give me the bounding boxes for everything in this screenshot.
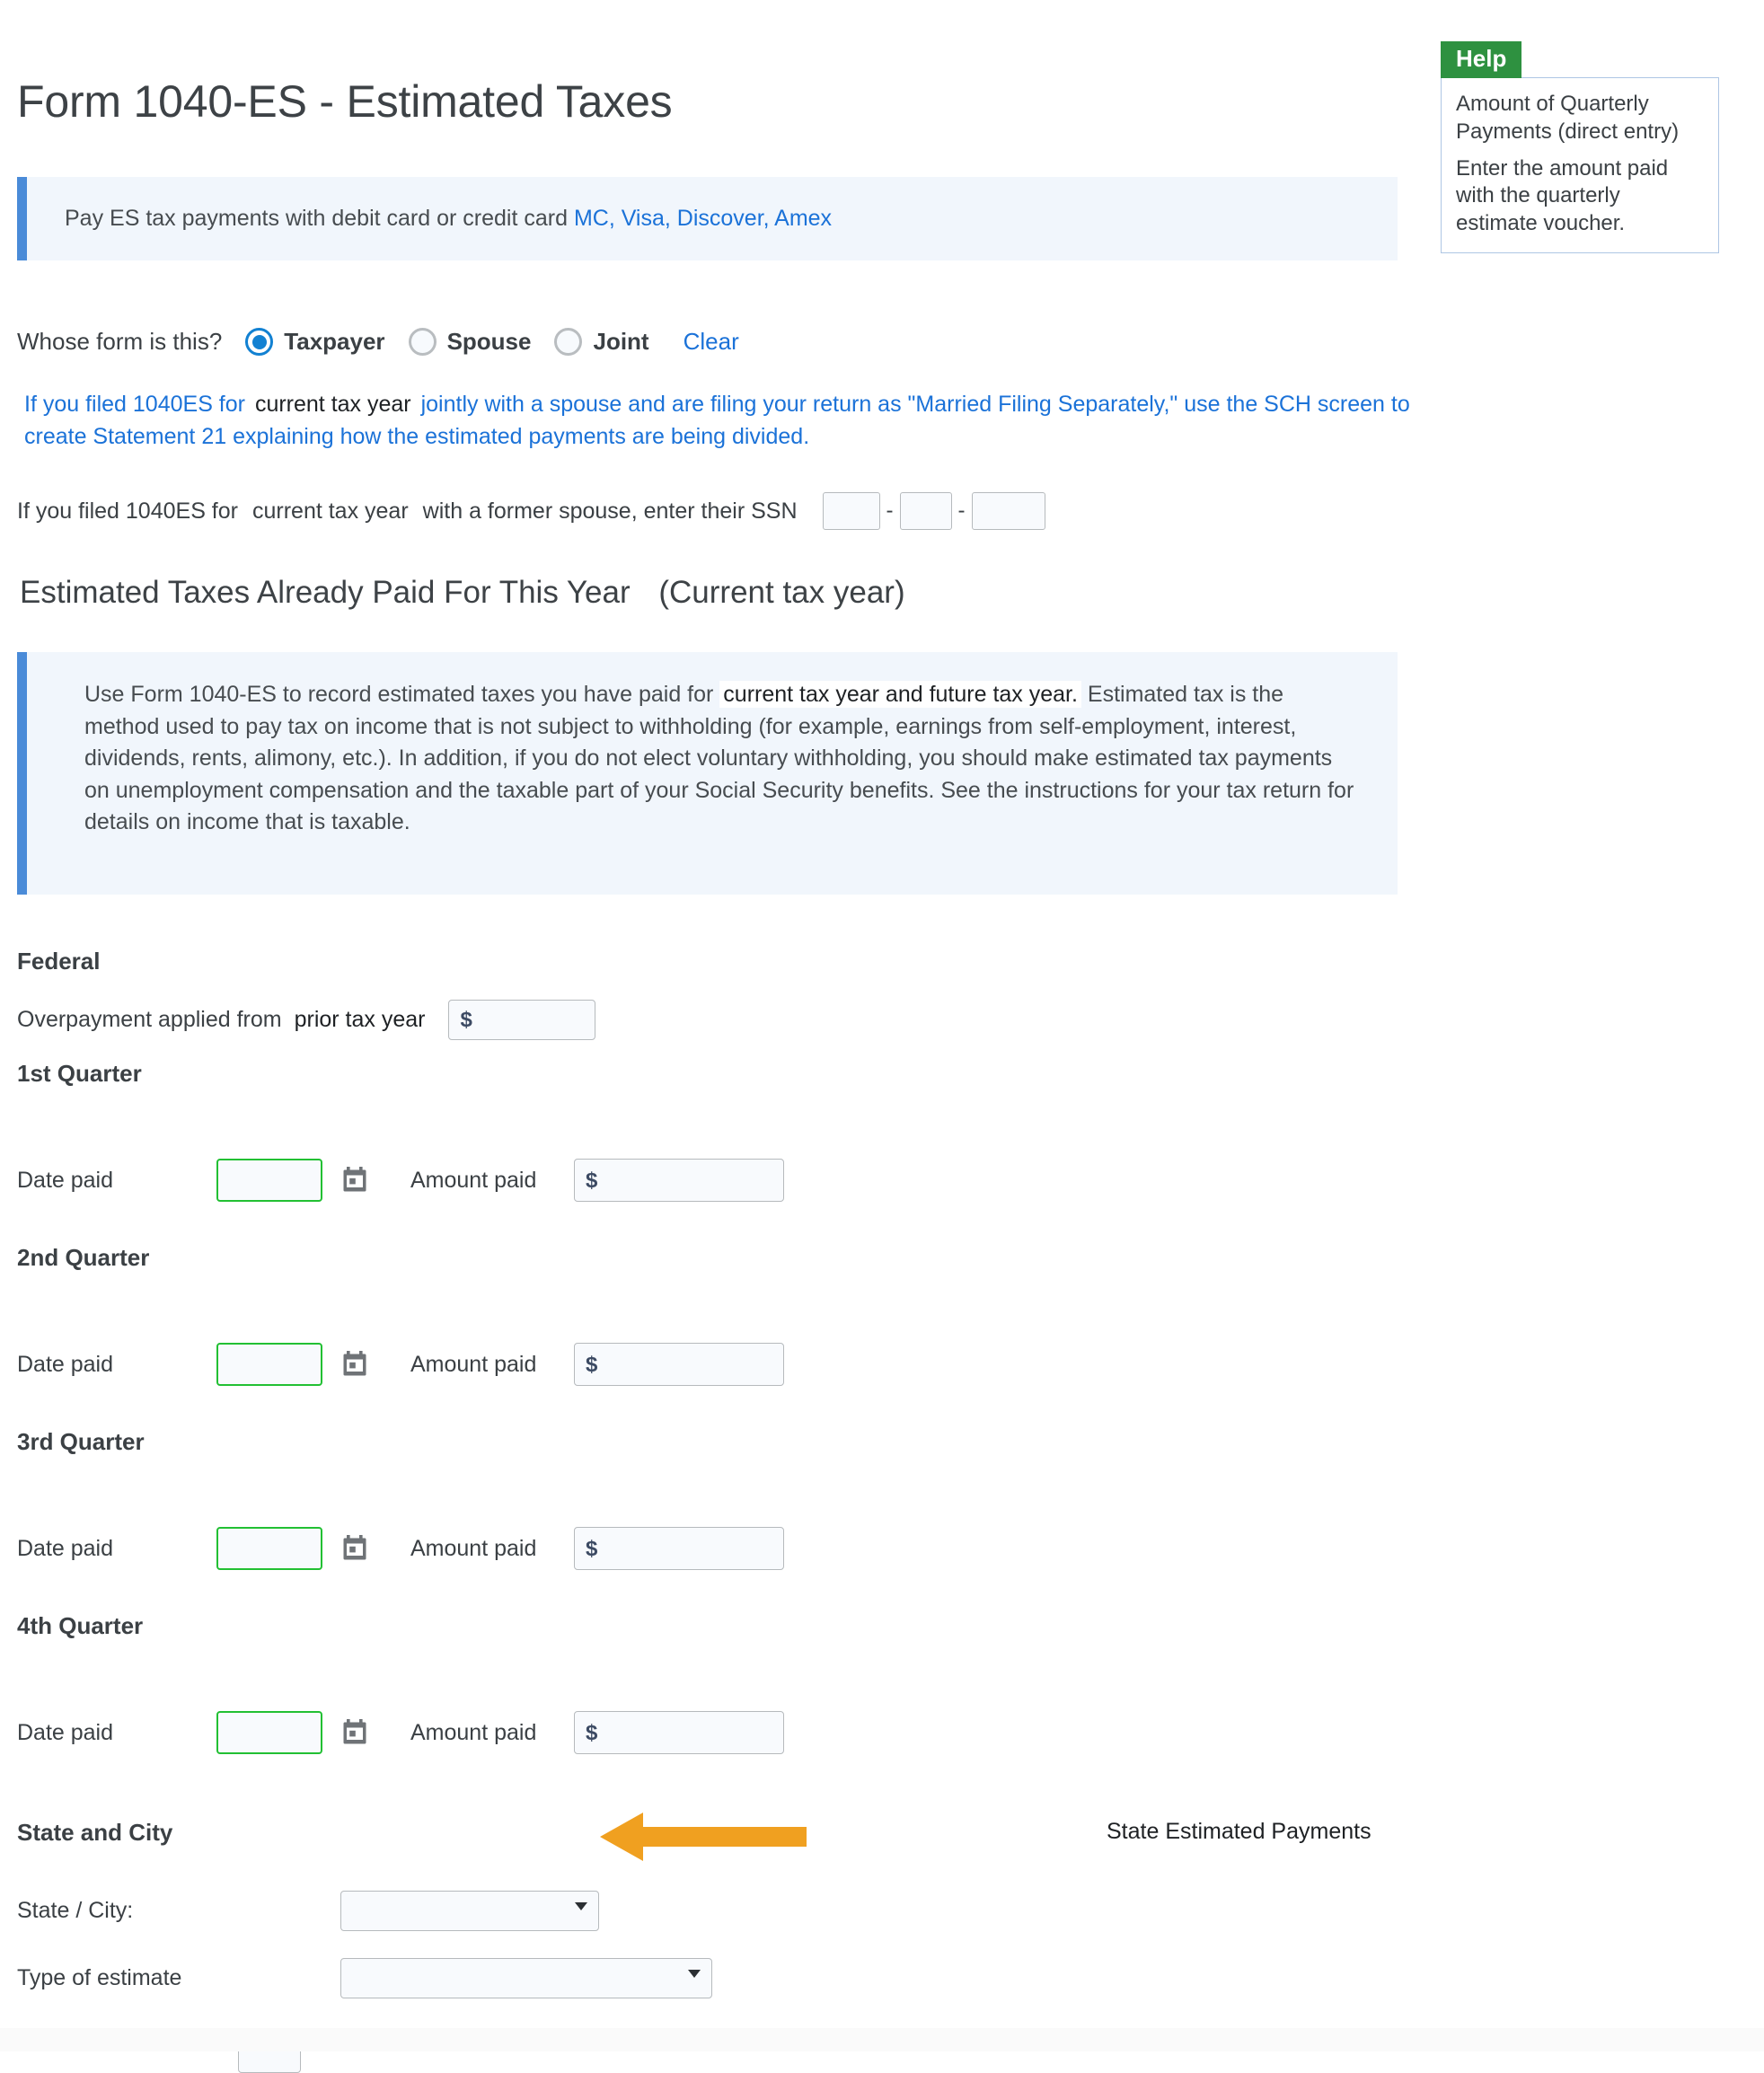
quarter-4-date-input[interactable] (216, 1711, 322, 1754)
quarter-4-date-label: Date paid (17, 1719, 114, 1745)
use-form-info-banner: Use Form 1040-ES to record estimated tax… (17, 652, 1398, 895)
state-city-row: State / City: (17, 1891, 599, 1931)
quarter-3-title: 3rd Quarter (17, 1428, 145, 1455)
quarter-3-amount-label: Amount paid (410, 1535, 537, 1561)
section-heading-sub: (Current tax year) (658, 575, 905, 610)
whose-form-question: Whose form is this? (17, 328, 223, 355)
ssn-separator-1: - (886, 498, 894, 523)
help-line-1: Amount of Quarterly Payments (direct ent… (1456, 92, 1680, 145)
quarter-2-date-label: Date paid (17, 1351, 114, 1377)
use-banner-text: Use Form 1040-ES to record estimated tax… (27, 652, 1398, 839)
radio-label-joint: Joint (593, 328, 649, 355)
quarter-4-row: Date paid Amount paid (17, 1711, 784, 1754)
quarter-3-date-input[interactable] (216, 1527, 322, 1570)
ssn-label-start: If you filed 1040ES for (17, 498, 238, 524)
left-arrow-icon (600, 1813, 807, 1861)
quarter-3-row: Date paid Amount paid (17, 1527, 784, 1570)
quarter-1-amount-input[interactable] (574, 1159, 784, 1202)
pay-banner-text: Pay ES tax payments with debit card or c… (27, 177, 1398, 232)
quarter-1-row: Date paid Amount paid (17, 1159, 784, 1202)
calendar-icon[interactable] (342, 1719, 367, 1746)
type-of-estimate-label: Type of estimate (17, 1965, 182, 1990)
ssn-input-part3[interactable] (971, 492, 1045, 530)
radio-icon-taxpayer[interactable] (245, 328, 274, 356)
pay-banner-label: Pay ES tax payments with debit card or c… (65, 206, 568, 231)
quarter-2-row: Date paid Amount paid (17, 1343, 784, 1386)
former-spouse-ssn-row: If you filed 1040ES for current tax year… (17, 492, 1045, 530)
quarter-3-date-label: Date paid (17, 1535, 114, 1561)
help-panel: Help Amount of Quarterly Payments (direc… (1441, 41, 1719, 253)
type-of-estimate-row: Type of estimate (17, 1958, 712, 1998)
clear-link[interactable]: Clear (684, 328, 739, 356)
use-banner-chip-tax-years: current tax year and future tax year. (719, 681, 1081, 708)
overpayment-label: Overpayment applied from (17, 1007, 282, 1032)
use-banner-part1: Use Form 1040-ES to record estimated tax… (84, 682, 714, 707)
ssn-separator-2: - (957, 498, 966, 523)
page-title: Form 1040-ES - Estimated Taxes (17, 76, 673, 127)
radio-icon-spouse[interactable] (408, 328, 437, 356)
state-estimated-payments-annotation: State Estimated Payments (1107, 1819, 1372, 1844)
chevron-down-icon (688, 1970, 701, 1978)
state-city-section-title: State and City (17, 1819, 173, 1846)
section-heading-main: Estimated Taxes Already Paid For This Ye… (20, 575, 631, 610)
quarter-2-title: 2nd Quarter (17, 1244, 150, 1271)
overpayment-row: Overpayment applied from prior tax year (17, 1000, 596, 1040)
note-part1: If you filed 1040ES for (24, 392, 245, 417)
overpayment-amount-input[interactable] (448, 1000, 596, 1040)
pay-info-banner: Pay ES tax payments with debit card or c… (17, 177, 1398, 260)
quarter-4-title: 4th Quarter (17, 1612, 144, 1639)
help-body: Amount of Quarterly Payments (direct ent… (1441, 77, 1719, 253)
radio-option-joint[interactable]: Joint (554, 328, 649, 356)
chevron-down-icon (575, 1902, 587, 1910)
radio-option-spouse[interactable]: Spouse (408, 328, 532, 356)
calendar-icon[interactable] (342, 1535, 367, 1562)
quarter-3-amount-input[interactable] (574, 1527, 784, 1570)
ssn-chip-current-tax-year: current tax year (248, 497, 412, 525)
quarter-1-date-label: Date paid (17, 1167, 114, 1193)
quarter-2-date-input[interactable] (216, 1343, 322, 1386)
ssn-label-end: with a former spouse, enter their SSN (422, 498, 798, 524)
type-of-estimate-select[interactable] (340, 1958, 712, 1998)
form-1040es-page: Help Amount of Quarterly Payments (direc… (0, 0, 1764, 2073)
quarter-2-amount-label: Amount paid (410, 1351, 537, 1377)
radio-label-spouse: Spouse (446, 328, 532, 355)
whose-form-row: Whose form is this? Taxpayer Spouse Join… (17, 328, 739, 356)
help-line-2: Enter the amount paid with the quarterly… (1456, 155, 1669, 236)
help-badge[interactable]: Help (1441, 41, 1522, 79)
overpayment-chip-prior-tax-year: prior tax year (290, 1006, 429, 1034)
state-city-select[interactable] (340, 1891, 599, 1931)
quarter-1-date-input[interactable] (216, 1159, 322, 1202)
quarter-4-amount-label: Amount paid (410, 1719, 537, 1745)
card-brands-link[interactable]: MC, Visa, Discover, Amex (574, 206, 832, 231)
quarter-1-amount-label: Amount paid (410, 1167, 537, 1193)
state-city-label: State / City: (17, 1898, 134, 1923)
radio-icon-joint[interactable] (554, 328, 583, 356)
ssn-inputs: - - (822, 492, 1045, 530)
married-filing-note: If you filed 1040ES for current tax year… (24, 388, 1461, 453)
note-chip-current-tax-year: current tax year (254, 392, 411, 417)
calendar-icon[interactable] (342, 1167, 367, 1194)
radio-label-taxpayer: Taxpayer (284, 328, 385, 355)
federal-section-title: Federal (17, 948, 101, 975)
footer-shade (0, 2028, 1764, 2051)
quarter-1-title: 1st Quarter (17, 1060, 142, 1087)
section-heading: Estimated Taxes Already Paid For This Ye… (20, 575, 905, 611)
calendar-icon[interactable] (342, 1351, 367, 1378)
ssn-input-part2[interactable] (899, 492, 952, 530)
radio-option-taxpayer[interactable]: Taxpayer (245, 328, 385, 356)
quarter-2-amount-input[interactable] (574, 1343, 784, 1386)
ssn-input-part1[interactable] (822, 492, 880, 530)
quarter-4-amount-input[interactable] (574, 1711, 784, 1754)
